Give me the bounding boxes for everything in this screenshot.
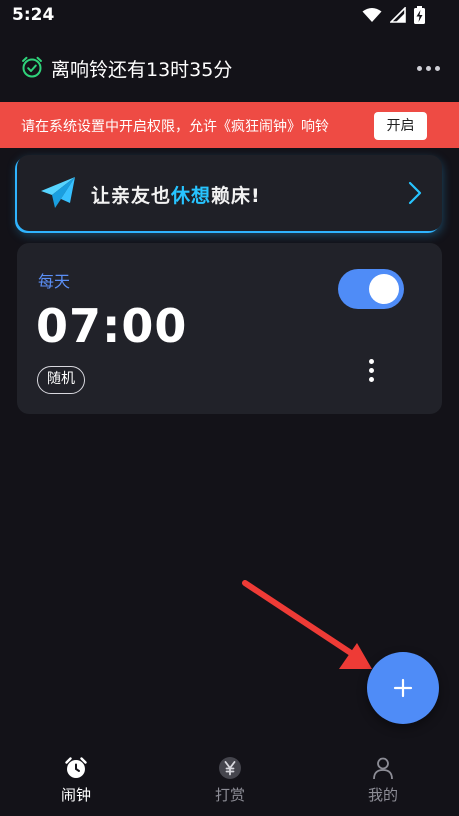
alarm-enable-toggle[interactable] [338, 269, 404, 309]
add-alarm-button[interactable] [367, 652, 439, 724]
signal-icon [390, 7, 406, 23]
share-promo-card[interactable]: 让亲友也休想赖床! [17, 155, 442, 231]
dot [416, 65, 422, 71]
nav-item-reward[interactable]: 打赏 [185, 750, 275, 810]
alarm-mode-badge: 随机 [37, 366, 85, 394]
nav-label-mine: 我的 [367, 786, 398, 804]
dot [368, 358, 374, 364]
promo-text-part1: 让亲友也 [91, 185, 172, 207]
promo-text: 让亲友也休想赖床! [91, 181, 261, 208]
dot [368, 376, 374, 382]
dot [368, 367, 374, 373]
person-icon [373, 757, 393, 780]
alarm-repeat-label: 每天 [38, 272, 71, 291]
paper-plane-icon [41, 177, 75, 208]
bottom-nav: 闹钟 打赏 我的 [0, 750, 459, 816]
alarm-check-icon [22, 56, 42, 78]
alarm-card[interactable]: 每天 07:00 随机 [17, 243, 442, 414]
chevron-right-icon [408, 181, 422, 205]
wifi-icon [362, 8, 382, 22]
nav-item-mine[interactable]: 我的 [338, 750, 428, 810]
toggle-knob [369, 274, 399, 304]
alarm-more-button[interactable] [361, 355, 381, 385]
promo-text-part3: 赖床! [211, 185, 261, 207]
status-bar: 5:24 [0, 0, 459, 32]
status-icons [362, 6, 425, 24]
nav-label-reward: 打赏 [214, 786, 245, 804]
dot [434, 65, 440, 71]
status-time: 5:24 [12, 5, 55, 25]
nav-item-alarm[interactable]: 闹钟 [31, 750, 121, 810]
alarm-time: 07:00 [36, 299, 188, 353]
plus-icon [393, 678, 413, 698]
enable-permission-button[interactable]: 开启 [374, 112, 427, 140]
yen-coin-icon [219, 757, 241, 779]
battery-charging-icon [414, 6, 425, 24]
promo-text-highlight: 休想 [171, 185, 212, 207]
alarm-clock-icon [65, 757, 87, 778]
more-options-button[interactable] [415, 56, 441, 80]
annotation-arrow-icon [242, 580, 372, 669]
header-title: 离响铃还有13时35分 [51, 59, 233, 81]
dot [425, 65, 431, 71]
nav-label-alarm: 闹钟 [60, 786, 91, 804]
header: 离响铃还有13时35分 [0, 48, 459, 88]
permission-banner-text: 请在系统设置中开启权限，允许《疯狂闹钟》响铃 [21, 119, 329, 135]
permission-banner: 请在系统设置中开启权限，允许《疯狂闹钟》响铃 开启 [0, 102, 459, 148]
